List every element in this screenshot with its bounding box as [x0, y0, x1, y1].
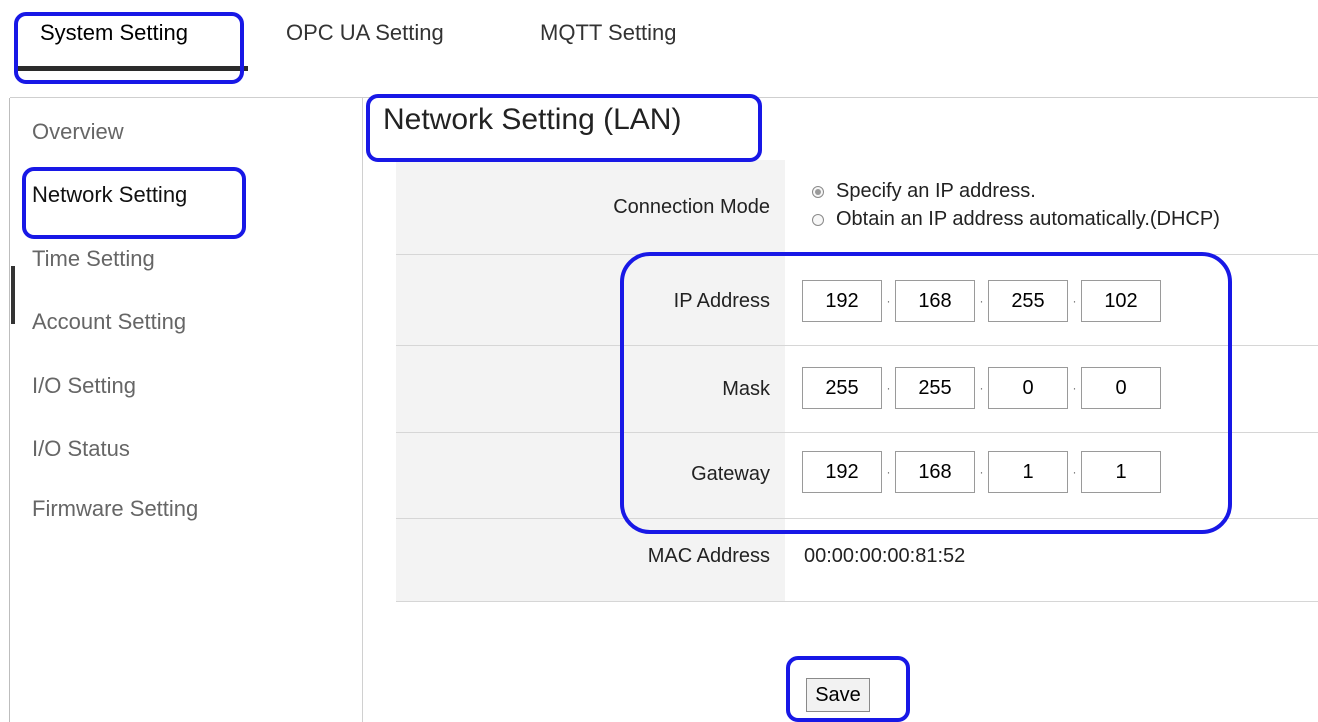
mac-address-label: MAC Address — [647, 545, 770, 567]
sidebar-item-firmware-setting[interactable]: Firmware Setting — [32, 496, 198, 522]
highlight-box-ip-fields — [620, 252, 1232, 534]
row-divider — [396, 601, 1318, 602]
tab-opc-ua-setting[interactable]: OPC UA Setting — [286, 20, 444, 46]
mac-address-value: 00:00:00:00:81:52 — [804, 545, 966, 567]
radio-dhcp[interactable]: Obtain an IP address automatically.(DHCP… — [812, 208, 1220, 231]
highlight-box-save — [786, 656, 910, 722]
radio-dhcp-label: Obtain an IP address automatically.(DHCP… — [836, 208, 1220, 230]
sidebar-item-io-status[interactable]: I/O Status — [32, 436, 130, 462]
sidebar-item-io-setting[interactable]: I/O Setting — [32, 373, 136, 399]
radio-unchecked-icon[interactable] — [812, 213, 824, 226]
highlight-box-title — [366, 94, 762, 162]
tab-mqtt-setting[interactable]: MQTT Setting — [540, 20, 677, 46]
sidebar-active-indicator — [11, 266, 15, 324]
highlight-box-system-tab — [14, 12, 244, 84]
sidebar-divider — [362, 98, 363, 722]
sidebar-item-time-setting[interactable]: Time Setting — [32, 246, 155, 272]
radio-specify-ip[interactable]: Specify an IP address. — [812, 180, 1036, 203]
sidebar-item-account-setting[interactable]: Account Setting — [32, 309, 186, 335]
radio-checked-icon[interactable] — [812, 185, 824, 198]
sidebar-item-overview[interactable]: Overview — [32, 119, 124, 145]
highlight-box-network-item — [22, 167, 246, 239]
connection-mode-label: Connection Mode — [613, 196, 770, 218]
radio-specify-ip-label: Specify an IP address. — [836, 180, 1036, 202]
